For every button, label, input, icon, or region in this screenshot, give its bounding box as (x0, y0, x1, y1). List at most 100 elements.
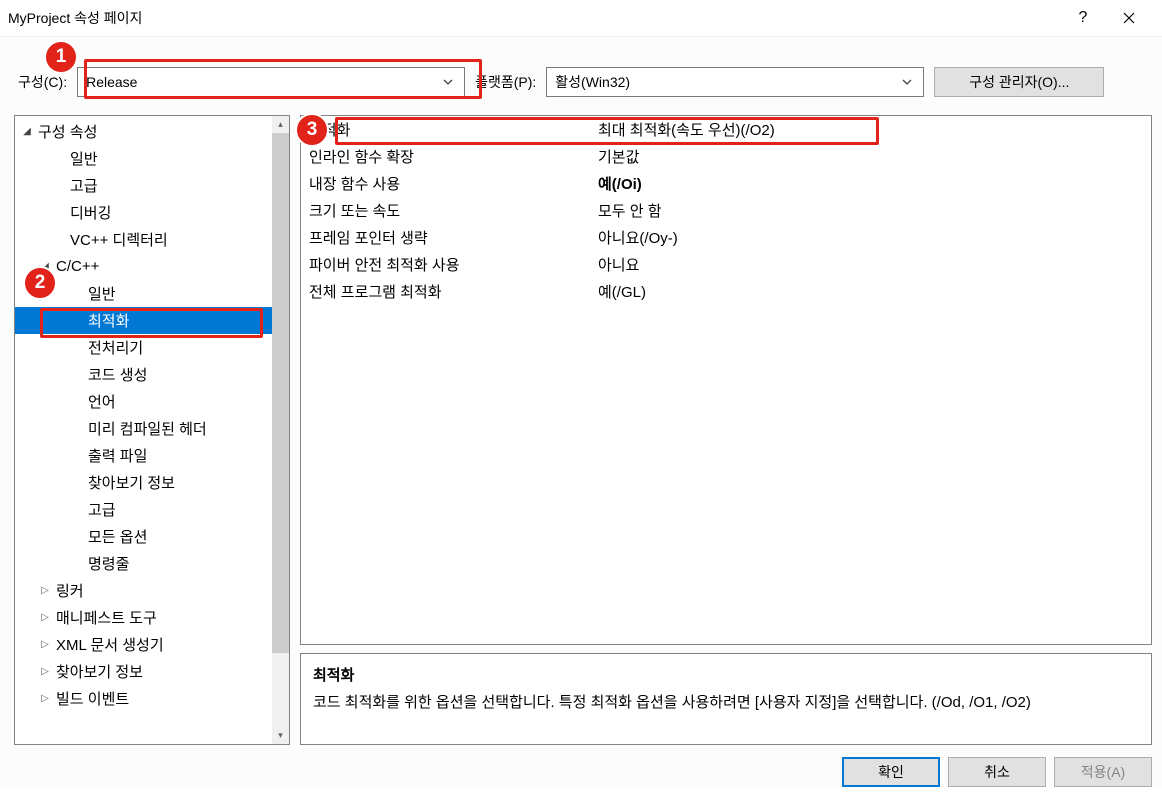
prop-row[interactable]: 프레임 포인터 생략 아니요(/Oy-) (301, 224, 1151, 251)
close-button[interactable] (1106, 3, 1152, 33)
step-badge-3: 3 (295, 113, 329, 147)
tree-item-label: 찾아보기 정보 (88, 472, 175, 493)
tree-item-label: 링커 (56, 580, 84, 601)
platform-dropdown[interactable]: 활성(Win32) (546, 67, 924, 97)
prop-row[interactable]: 크기 또는 속도 모두 안 함 (301, 197, 1151, 224)
tree-arrow-collapsed-icon: ▷ (37, 639, 53, 650)
tree-item-ccpp-language[interactable]: 언어 (15, 388, 272, 415)
titlebar: MyProject 속성 페이지 ? (0, 0, 1162, 36)
tree-item-ccpp-advanced[interactable]: 고급 (15, 496, 272, 523)
tree-item-advanced[interactable]: 고급 (15, 172, 272, 199)
step-badge-2: 2 (23, 266, 57, 300)
tree-item-ccpp-codegen[interactable]: 코드 생성 (15, 361, 272, 388)
tree-item-label: 코드 생성 (88, 364, 147, 385)
prop-key: 크기 또는 속도 (301, 200, 596, 221)
tree-item-label: 미리 컴파일된 헤더 (88, 418, 207, 439)
tree-item-label: 디버깅 (70, 202, 111, 223)
tree-item-ccpp-cmdline[interactable]: 명령줄 (15, 550, 272, 577)
prop-key: 인라인 함수 확장 (301, 146, 596, 167)
tree-item-ccpp-optimization[interactable]: 최적화 (15, 307, 272, 334)
scroll-down-icon[interactable]: ▾ (272, 727, 289, 744)
property-grid: 최적화 최대 최적화(속도 우선)(/O2) 인라인 함수 확장 기본값 내장 … (300, 115, 1152, 645)
tree-item-label: 구성 속성 (38, 121, 97, 142)
prop-row[interactable]: 내장 함수 사용 예(/Oi) (301, 170, 1151, 197)
tree-item-label: 모든 옵션 (88, 526, 147, 547)
tree-scroll[interactable]: ◢ 구성 속성 일반 고급 디버깅 VC++ 디렉터리 ◢ C/C++ 일반 최… (15, 116, 272, 744)
prop-val[interactable]: 최대 최적화(속도 우선)(/O2) (596, 119, 1151, 140)
tree-item-label: C/C++ (56, 258, 99, 275)
prop-val[interactable]: 모두 안 함 (596, 200, 1151, 221)
prop-val[interactable]: 아니요 (596, 254, 1151, 275)
tree-item-label: 명령줄 (88, 553, 129, 574)
property-description-body: 코드 최적화를 위한 옵션을 선택합니다. 특정 최적화 옵션을 사용하려면 [… (313, 691, 1139, 715)
content-area: ◢ 구성 속성 일반 고급 디버깅 VC++ 디렉터리 ◢ C/C++ 일반 최… (0, 115, 1162, 745)
apply-button[interactable]: 적용(A) (1054, 757, 1152, 787)
prop-key: 파이버 안전 최적화 사용 (301, 254, 596, 275)
tree-arrow-collapsed-icon: ▷ (37, 585, 53, 596)
tree-item-ccpp-outputfiles[interactable]: 출력 파일 (15, 442, 272, 469)
footer: 확인 취소 적용(A) (0, 745, 1162, 787)
tree-item-label: 고급 (70, 175, 98, 196)
property-panel: 최적화 최대 최적화(속도 우선)(/O2) 인라인 함수 확장 기본값 내장 … (300, 115, 1152, 745)
tree-item-label: 매니페스트 도구 (56, 607, 157, 628)
tree-item-ccpp-alloptions[interactable]: 모든 옵션 (15, 523, 272, 550)
chevron-down-icon (440, 74, 456, 90)
tree-item-label: 일반 (70, 148, 98, 169)
prop-row[interactable]: 최적화 최대 최적화(속도 우선)(/O2) (301, 116, 1151, 143)
tree-panel: ◢ 구성 속성 일반 고급 디버깅 VC++ 디렉터리 ◢ C/C++ 일반 최… (14, 115, 290, 745)
tree-item-linker[interactable]: ▷ 링커 (15, 577, 272, 604)
tree-item-label: XML 문서 생성기 (56, 634, 164, 655)
tree-item-label: 언어 (88, 391, 116, 412)
tree-item-debugging[interactable]: 디버깅 (15, 199, 272, 226)
cancel-button[interactable]: 취소 (948, 757, 1046, 787)
platform-dropdown-value: 활성(Win32) (555, 72, 899, 92)
tree-item-xmldocgen[interactable]: ▷ XML 문서 생성기 (15, 631, 272, 658)
prop-val[interactable]: 기본값 (596, 146, 1151, 167)
top-controls: 구성(C): Release 플랫폼(P): 활성(Win32) 구성 관리자(… (0, 36, 1162, 115)
step-badge-1: 1 (44, 40, 78, 74)
property-description: 최적화 코드 최적화를 위한 옵션을 선택합니다. 특정 최적화 옵션을 사용하… (300, 653, 1152, 745)
tree-root[interactable]: ◢ 구성 속성 (15, 118, 272, 145)
prop-val[interactable]: 예(/Oi) (596, 173, 1151, 194)
prop-key: 프레임 포인터 생략 (301, 227, 596, 248)
scrollbar[interactable]: ▴ ▾ (272, 116, 289, 744)
prop-row[interactable]: 인라인 함수 확장 기본값 (301, 143, 1151, 170)
tree-item-general[interactable]: 일반 (15, 145, 272, 172)
tree-item-label: 일반 (88, 283, 116, 304)
tree-item-ccpp-preprocessor[interactable]: 전처리기 (15, 334, 272, 361)
chevron-down-icon (899, 74, 915, 90)
tree-item-label: 출력 파일 (88, 445, 147, 466)
tree-item-label: 찾아보기 정보 (56, 661, 143, 682)
tree-item-ccpp-precompiled[interactable]: 미리 컴파일된 헤더 (15, 415, 272, 442)
tree-arrow-collapsed-icon: ▷ (37, 612, 53, 623)
config-dropdown-value: Release (86, 74, 440, 90)
tree-item-ccpp-browseinfo[interactable]: 찾아보기 정보 (15, 469, 272, 496)
prop-row[interactable]: 파이버 안전 최적화 사용 아니요 (301, 251, 1151, 278)
tree-item-manifest[interactable]: ▷ 매니페스트 도구 (15, 604, 272, 631)
tree-item-browseinfo[interactable]: ▷ 찾아보기 정보 (15, 658, 272, 685)
window-title: MyProject 속성 페이지 (8, 8, 1060, 28)
prop-val[interactable]: 아니요(/Oy-) (596, 227, 1151, 248)
prop-row[interactable]: 전체 프로그램 최적화 예(/GL) (301, 278, 1151, 305)
tree-arrow-collapsed-icon: ▷ (37, 666, 53, 677)
scrollbar-track[interactable] (272, 653, 289, 727)
tree-item-vcdirs[interactable]: VC++ 디렉터리 (15, 226, 272, 253)
tree-arrow-expanded-icon: ◢ (19, 126, 35, 137)
tree-item-label: 빌드 이벤트 (56, 688, 129, 709)
help-button[interactable]: ? (1060, 3, 1106, 33)
prop-key: 내장 함수 사용 (301, 173, 596, 194)
config-manager-button[interactable]: 구성 관리자(O)... (934, 67, 1104, 97)
tree-item-label: 최적화 (88, 310, 129, 331)
config-label: 구성(C): (18, 72, 67, 92)
platform-label: 플랫폼(P): (475, 72, 536, 92)
prop-val[interactable]: 예(/GL) (596, 281, 1151, 302)
ok-button[interactable]: 확인 (842, 757, 940, 787)
tree-arrow-collapsed-icon: ▷ (37, 693, 53, 704)
config-dropdown[interactable]: Release (77, 67, 465, 97)
scrollbar-thumb[interactable] (272, 133, 289, 653)
tree-item-label: VC++ 디렉터리 (70, 229, 168, 250)
tree-item-label: 전처리기 (88, 337, 143, 358)
scroll-up-icon[interactable]: ▴ (272, 116, 289, 133)
tree-item-buildevents[interactable]: ▷ 빌드 이벤트 (15, 685, 272, 712)
prop-key: 전체 프로그램 최적화 (301, 281, 596, 302)
